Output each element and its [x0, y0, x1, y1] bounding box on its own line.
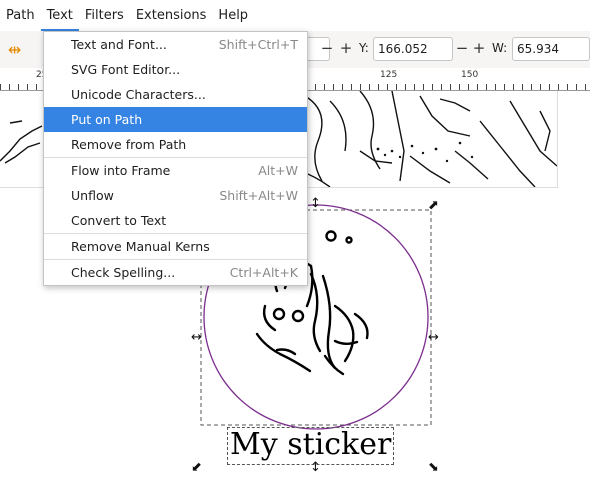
menu-text[interactable]: Text — [40, 0, 79, 31]
text-menu-dropdown: Text and Font... Shift+Ctrl+T SVG Font E… — [43, 31, 308, 286]
w-field[interactable]: 65.934 — [512, 37, 590, 61]
menu-item-label: SVG Font Editor... — [71, 62, 181, 77]
menu-item-label: Check Spelling... — [71, 265, 176, 280]
menu-item-label: Text and Font... — [71, 37, 167, 52]
menubar: Path Text Filters Extensions Help — [0, 0, 590, 32]
menu-item-convert-to-text[interactable]: Convert to Text — [44, 208, 307, 233]
ruler-label: 150 — [461, 70, 479, 80]
menu-item-label: Convert to Text — [71, 213, 167, 228]
w-label: W: — [492, 41, 508, 55]
ruler-label: 125 — [380, 70, 398, 80]
menu-filters[interactable]: Filters — [79, 0, 130, 31]
y-field[interactable]: 166.052 — [373, 37, 453, 61]
menu-item-label: Unicode Characters... — [71, 87, 206, 102]
menu-item-flow-into-frame[interactable]: Flow into Frame Alt+W — [44, 157, 307, 183]
y-increment-button[interactable]: + — [470, 37, 488, 61]
menu-help[interactable]: Help — [212, 0, 254, 31]
scale-handle-left[interactable]: ↔ — [191, 331, 202, 344]
menu-item-unflow[interactable]: Unflow Shift+Alt+W — [44, 183, 307, 208]
menu-item-remove-manual-kerns[interactable]: Remove Manual Kerns — [44, 233, 307, 259]
sticker-text-object[interactable]: My sticker — [227, 427, 395, 465]
y-decrement-button[interactable]: − — [453, 37, 471, 61]
menu-item-label: Unflow — [71, 188, 114, 203]
arrows-horizontal-icon[interactable]: ⇹ — [8, 40, 21, 59]
x-increment-button[interactable]: + — [337, 37, 355, 61]
scale-handle-bottom-left[interactable]: ⬋ — [191, 461, 202, 474]
menu-path[interactable]: Path — [0, 0, 41, 31]
menu-item-remove-from-path[interactable]: Remove from Path — [44, 132, 307, 157]
menu-item-shortcut: Alt+W — [258, 163, 298, 178]
x-decrement-button[interactable]: − — [318, 37, 336, 61]
menu-item-label: Remove Manual Kerns — [71, 239, 210, 254]
menu-item-shortcut: Shift+Alt+W — [219, 188, 298, 203]
scale-handle-top-right[interactable]: ⬈ — [428, 199, 439, 212]
scale-handle-right[interactable]: ↔ — [428, 331, 439, 344]
menu-item-label: Flow into Frame — [71, 163, 171, 178]
menu-item-label: Remove from Path — [71, 137, 187, 152]
menu-item-put-on-path[interactable]: Put on Path — [44, 107, 307, 132]
y-label: Y: — [359, 41, 369, 55]
scale-handle-top[interactable]: ↕ — [310, 197, 321, 210]
menu-extensions[interactable]: Extensions — [130, 0, 213, 31]
menu-item-svg-font-editor[interactable]: SVG Font Editor... — [44, 57, 307, 82]
menu-item-shortcut: Ctrl+Alt+K — [229, 265, 298, 280]
menu-item-label: Put on Path — [71, 112, 143, 127]
menu-item-text-and-font[interactable]: Text and Font... Shift+Ctrl+T — [44, 32, 307, 57]
menu-item-check-spelling[interactable]: Check Spelling... Ctrl+Alt+K — [44, 259, 307, 285]
menu-item-unicode-characters[interactable]: Unicode Characters... — [44, 82, 307, 107]
scale-handle-bottom-right[interactable]: ⬊ — [428, 461, 439, 474]
menu-item-shortcut: Shift+Ctrl+T — [218, 37, 298, 52]
